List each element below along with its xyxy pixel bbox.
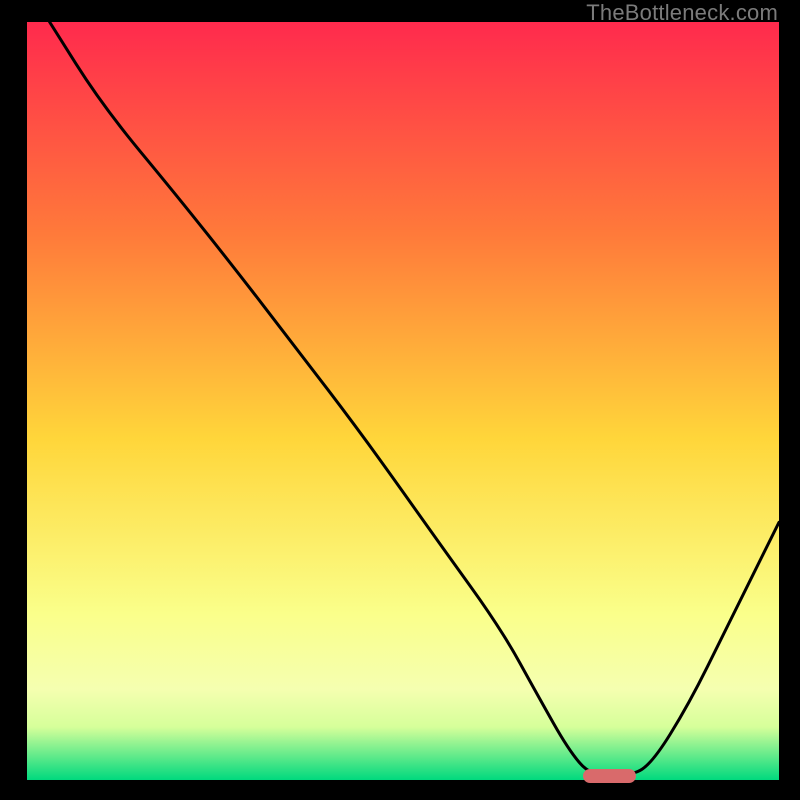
plot-frame: [27, 22, 779, 780]
bottleneck-chart: [27, 22, 779, 780]
gradient-background: [27, 22, 779, 780]
watermark-text: TheBottleneck.com: [586, 0, 778, 26]
optimal-marker: [583, 769, 636, 783]
